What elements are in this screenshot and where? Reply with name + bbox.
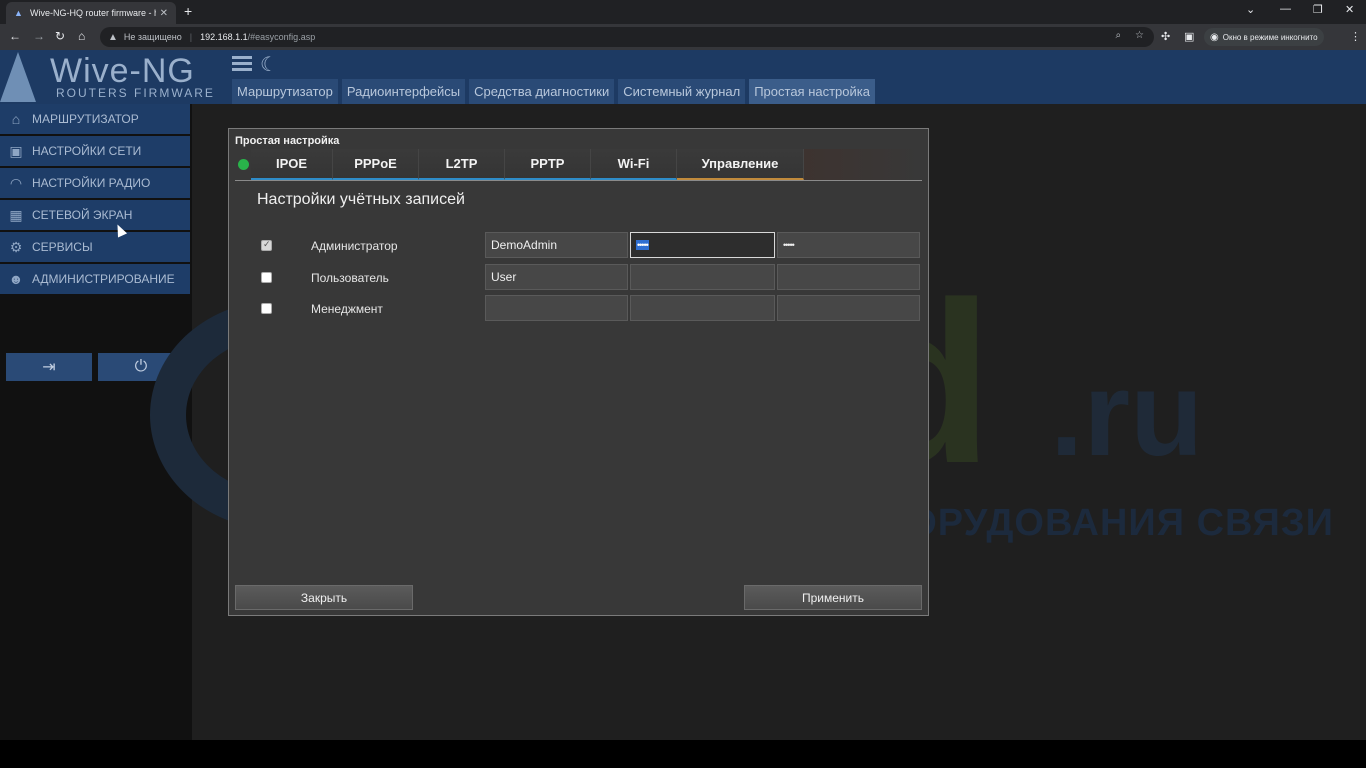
home-icon: ⌂	[11, 111, 21, 127]
sidebar: ⌂ МАРШРУТИЗАТОР ▣ НАСТРОЙКИ СЕТИ ◠ НАСТР…	[0, 104, 192, 740]
topnav-radio[interactable]: Радиоинтерфейсы	[341, 79, 466, 104]
browser-toolbar: ← → ↻ ⌂ ▲ Не защищено | 192.168.1.1 /#ea…	[0, 24, 1366, 50]
firewall-icon: ▦	[9, 206, 23, 223]
back-icon[interactable]: ←	[9, 29, 21, 43]
incognito-label: Окно в режиме инкогнито	[1222, 32, 1318, 42]
tab-ipoe[interactable]: IPOE	[251, 149, 333, 180]
power-icon: ⏻	[134, 358, 148, 375]
sidebar-item-services[interactable]: ⚙ СЕРВИСЫ	[0, 232, 190, 262]
topnav-diagnostics[interactable]: Средства диагностики	[469, 79, 615, 104]
sidebar-item-label: СЕРВИСЫ	[32, 240, 93, 254]
management-password-field[interactable]	[630, 295, 775, 321]
easy-setup-dialog: Простая настройка IPOE PPPoE L2TP PPTP W…	[228, 128, 929, 616]
restore-icon[interactable]: ❐	[1313, 3, 1323, 16]
moon-theme-icon[interactable]: ☾	[260, 52, 278, 77]
side-panel-icon[interactable]: ▣	[1184, 30, 1194, 43]
sidebar-item-label: СЕТЕВОЙ ЭКРАН	[32, 208, 133, 222]
user-password-field[interactable]	[630, 264, 775, 290]
account-label: Администратор	[311, 239, 398, 253]
logout-button[interactable]: ⇥	[6, 353, 92, 381]
new-tab-icon[interactable]: +	[184, 3, 192, 19]
not-secure-warning-icon[interactable]: ▲	[108, 32, 118, 43]
account-row-user: Пользователь User	[229, 264, 930, 290]
browser-tab-title: Wive-NG-HQ router firmware - h	[30, 8, 156, 18]
topnav-syslog[interactable]: Системный журнал	[618, 79, 746, 104]
tab-wifi[interactable]: Wi-Fi	[591, 149, 677, 180]
close-tab-icon[interactable]: ✕	[160, 8, 168, 19]
user-login-field[interactable]: User	[485, 264, 628, 290]
wifi-icon: ◠	[9, 174, 23, 191]
sidebar-item-label: АДМИНИСТРИРОВАНИЕ	[32, 272, 175, 286]
tab-management[interactable]: Управление	[677, 149, 804, 180]
sidebar-item-label: НАСТРОЙКИ РАДИО	[32, 176, 151, 190]
url-host: 192.168.1.1	[200, 32, 248, 42]
account-row-management: Менеджмент	[229, 295, 930, 321]
tab-pppoe[interactable]: PPPoE	[333, 149, 419, 180]
tab-search-chevron-icon[interactable]: ⌄	[1246, 3, 1255, 16]
security-label: Не защищено	[123, 32, 182, 42]
sidebar-item-label: НАСТРОЙКИ СЕТИ	[32, 144, 142, 158]
user-enable-checkbox[interactable]	[261, 272, 272, 283]
router-favicon-icon: ▲	[14, 8, 23, 18]
admin-login-field[interactable]: DemoAdmin	[485, 232, 628, 258]
home-browser-icon[interactable]: ⌂	[78, 29, 85, 43]
account-label: Менеджмент	[311, 302, 383, 316]
tab-pptp[interactable]: PPTP	[505, 149, 591, 180]
sidebar-item-firewall[interactable]: ▦ СЕТЕВОЙ ЭКРАН	[0, 200, 190, 230]
topnav-router[interactable]: Маршрутизатор	[232, 79, 338, 104]
management-enable-checkbox[interactable]	[261, 303, 272, 314]
forward-icon[interactable]: →	[33, 29, 45, 43]
extensions-puzzle-icon[interactable]: ✣	[1161, 30, 1170, 43]
address-bar[interactable]: ▲ Не защищено | 192.168.1.1 /#easyconfig…	[100, 27, 1154, 47]
connection-status-indicator	[238, 159, 249, 170]
account-label: Пользователь	[311, 271, 389, 285]
network-icon: ▣	[9, 142, 23, 159]
apply-button[interactable]: Применить	[744, 585, 922, 610]
admin-icon: ☻	[8, 271, 24, 287]
management-login-field[interactable]	[485, 295, 628, 321]
gear-icon: ⚙	[9, 238, 23, 255]
app-header: Wive-NG ROUTERS FIRMWARE ☾ Маршрутизатор…	[0, 50, 1366, 104]
reboot-button[interactable]: ⏻	[98, 353, 184, 381]
account-row-admin: Администратор DemoAdmin ••••• •••••	[229, 232, 930, 258]
bookmark-star-icon[interactable]: ☆	[1135, 30, 1144, 41]
close-window-icon[interactable]: ✕	[1345, 3, 1354, 16]
dialog-tabs: IPOE PPPoE L2TP PPTP Wi-Fi Управление	[235, 149, 922, 181]
top-navigation: Маршрутизатор Радиоинтерфейсы Средства д…	[232, 79, 879, 104]
incognito-icon: ◉	[1210, 31, 1219, 43]
sidebar-item-router[interactable]: ⌂ МАРШРУТИЗАТОР	[0, 104, 190, 134]
incognito-badge[interactable]: ◉ Окно в режиме инкогнито	[1204, 28, 1324, 46]
dialog-title: Простая настройка	[235, 135, 340, 147]
sidebar-item-radio[interactable]: ◠ НАСТРОЙКИ РАДИО	[0, 168, 190, 198]
admin-password-field[interactable]: •••••	[630, 232, 775, 258]
logo-triangle-icon	[0, 52, 36, 102]
reload-icon[interactable]: ↻	[55, 29, 65, 43]
management-password-confirm-field[interactable]	[777, 295, 920, 321]
browser-menu-icon[interactable]: ⋮	[1350, 30, 1361, 43]
sidebar-item-network[interactable]: ▣ НАСТРОЙКИ СЕТИ	[0, 136, 190, 166]
logo-subtitle: ROUTERS FIRMWARE	[56, 86, 215, 100]
topnav-easy-setup[interactable]: Простая настройка	[749, 79, 875, 104]
minimize-icon[interactable]: —	[1280, 3, 1291, 15]
browser-tabbar: ▲ Wive-NG-HQ router firmware - h ✕ + ⌄ —…	[0, 0, 1366, 24]
url-path: /#easyconfig.asp	[247, 32, 316, 42]
hamburger-menu-icon[interactable]	[232, 56, 252, 72]
browser-tab[interactable]: ▲ Wive-NG-HQ router firmware - h ✕	[6, 2, 176, 24]
sidebar-item-label: МАРШРУТИЗАТОР	[32, 112, 139, 126]
section-heading: Настройки учётных записей	[257, 191, 465, 208]
sidebar-item-admin[interactable]: ☻ АДМИНИСТРИРОВАНИЕ	[0, 264, 190, 294]
admin-enable-checkbox[interactable]	[261, 239, 272, 251]
logout-icon: ⇥	[42, 359, 56, 376]
tab-l2tp[interactable]: L2TP	[419, 149, 505, 180]
close-button[interactable]: Закрыть	[235, 585, 413, 610]
zoom-icon[interactable]: ⌕	[1116, 30, 1122, 41]
user-password-confirm-field[interactable]	[777, 264, 920, 290]
admin-password-confirm-field[interactable]: •••••	[777, 232, 920, 258]
